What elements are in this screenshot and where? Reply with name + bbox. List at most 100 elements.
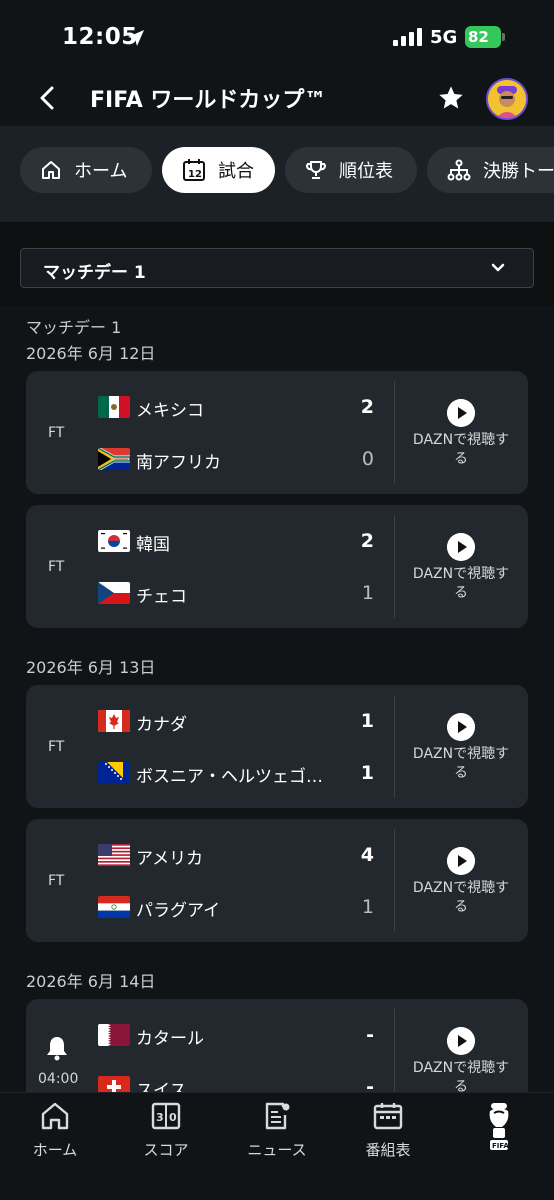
home-score: - xyxy=(366,1024,374,1046)
match-card[interactable]: FT メキシコ 2 南アフリカ 0 DAZNで視聴する xyxy=(26,371,528,494)
watch-label[interactable]: DAZNで視聴する xyxy=(406,745,516,783)
battery-level: 82 xyxy=(468,28,489,46)
svg-text:0: 0 xyxy=(169,1111,177,1124)
svg-text:FIFA: FIFA xyxy=(492,1142,509,1150)
nav-schedule[interactable]: 番組表 xyxy=(338,1101,438,1160)
usa-flag-icon xyxy=(98,844,130,866)
kickoff-time: 04:00 xyxy=(38,1071,79,1087)
home-icon xyxy=(41,1102,69,1130)
home-team: カナダ xyxy=(136,715,187,735)
away-score: 1 xyxy=(361,582,374,604)
home-icon xyxy=(42,161,60,179)
card-divider xyxy=(394,515,395,618)
bosnia-flag-icon xyxy=(98,762,130,784)
matchday-dropdown[interactable]: マッチデー 1 xyxy=(20,248,534,288)
match-status: FT xyxy=(48,425,65,441)
play-icon[interactable] xyxy=(447,847,475,875)
away-score: - xyxy=(366,1076,374,1092)
tab-label: 試合 xyxy=(218,161,254,182)
tab-bar: ホーム 12 試合 順位表 決勝トー xyxy=(0,126,554,222)
date-heading: 2026年 6月 12日 xyxy=(26,344,156,363)
watch-label[interactable]: DAZNで視聴する xyxy=(406,1059,516,1092)
card-divider xyxy=(394,1009,395,1092)
fifa-trophy-logo-icon: FIFA xyxy=(489,1103,509,1150)
card-divider xyxy=(394,829,395,932)
nav-news[interactable]: ニュース xyxy=(227,1101,327,1160)
mexico-flag-icon xyxy=(98,396,130,418)
location-arrow-icon xyxy=(128,30,144,46)
tab-label: 決勝トー xyxy=(483,161,554,182)
calendar-icon: 12 xyxy=(183,159,205,181)
page-title: FIFA ワールドカップ™ xyxy=(90,88,327,113)
match-card[interactable]: 04:00 カタール - スイス - DAZNで視聴する xyxy=(26,999,528,1092)
svg-text:12: 12 xyxy=(188,169,202,180)
dropdown-label: マッチデー 1 xyxy=(43,263,146,283)
match-status: FT xyxy=(48,873,65,889)
swiss-flag-icon xyxy=(98,1076,130,1092)
nav-label: ニュース xyxy=(247,1141,307,1159)
bottom-navigation: ホーム 3 0 スコア ニュース 番組表 FIFA xyxy=(0,1092,554,1200)
qatar-flag-icon xyxy=(98,1024,130,1046)
nav-fifa-logo[interactable]: FIFA xyxy=(449,1101,549,1157)
match-card[interactable]: FT 韓国 2 チェコ 1 DAZNで視聴する xyxy=(26,505,528,628)
header: FIFA ワールドカップ™ xyxy=(0,72,554,126)
svg-text:3: 3 xyxy=(156,1111,164,1124)
nav-label: ホーム xyxy=(32,1141,78,1159)
play-icon[interactable] xyxy=(447,533,475,561)
away-score: 0 xyxy=(361,448,374,470)
home-score: 4 xyxy=(360,844,374,866)
match-card[interactable]: FT カナダ 1 ボスニア・ヘルツェゴ… 1 DAZNで視聴する xyxy=(26,685,528,808)
avatar[interactable] xyxy=(486,78,528,120)
play-icon[interactable] xyxy=(447,1027,475,1055)
home-team: 韓国 xyxy=(136,535,170,555)
match-status: FT xyxy=(48,739,65,755)
tab-matches[interactable]: 12 試合 xyxy=(162,147,275,193)
battery-icon: 82 xyxy=(465,26,505,48)
match-status: FT xyxy=(48,559,65,575)
tab-home[interactable]: ホーム xyxy=(20,147,152,193)
calendar-icon xyxy=(373,1103,403,1130)
trophy-icon xyxy=(306,161,326,179)
tab-knockout[interactable]: 決勝トー xyxy=(427,147,554,193)
away-score: 1 xyxy=(361,896,374,918)
bell-icon[interactable] xyxy=(45,1035,69,1061)
home-team: メキシコ xyxy=(136,401,204,421)
korea-flag-icon xyxy=(98,530,130,552)
away-team: スイス xyxy=(136,1081,187,1092)
czech-flag-icon xyxy=(98,582,130,604)
date-heading: 2026年 6月 14日 xyxy=(26,972,156,991)
nav-score[interactable]: 3 0 スコア xyxy=(116,1101,216,1160)
tab-label: ホーム xyxy=(74,161,128,182)
back-chevron-icon[interactable] xyxy=(36,84,60,112)
tab-standings[interactable]: 順位表 xyxy=(285,147,417,193)
nav-home[interactable]: ホーム xyxy=(5,1101,105,1160)
nav-label: スコア xyxy=(143,1141,189,1159)
card-divider xyxy=(394,381,395,484)
watch-label[interactable]: DAZNで視聴する xyxy=(406,879,516,917)
home-team: カタール xyxy=(136,1029,204,1049)
home-team: アメリカ xyxy=(136,849,204,869)
network-label: 5G xyxy=(430,27,458,48)
south-africa-flag-icon xyxy=(98,448,130,470)
home-score: 2 xyxy=(360,396,374,418)
away-team: 南アフリカ xyxy=(136,453,221,473)
date-heading: 2026年 6月 13日 xyxy=(26,658,156,677)
matchday-heading: マッチデー 1 xyxy=(26,318,122,337)
nav-label: 番組表 xyxy=(365,1141,411,1159)
news-icon xyxy=(265,1102,290,1130)
chevron-down-icon xyxy=(491,263,505,272)
away-team: チェコ xyxy=(136,587,187,607)
watch-label[interactable]: DAZNで視聴する xyxy=(406,431,516,469)
away-score: 1 xyxy=(360,762,374,784)
card-divider xyxy=(394,695,395,798)
favorite-star-icon[interactable] xyxy=(437,84,465,112)
paraguay-flag-icon xyxy=(98,896,130,918)
watch-label[interactable]: DAZNで視聴する xyxy=(406,565,516,603)
bracket-icon xyxy=(447,159,471,181)
play-icon[interactable] xyxy=(447,399,475,427)
play-icon[interactable] xyxy=(447,713,475,741)
away-team: パラグアイ xyxy=(136,901,221,921)
status-bar: 12:05 5G 82 xyxy=(0,0,554,72)
home-score: 1 xyxy=(360,710,374,732)
match-card[interactable]: FT アメリカ 4 パラグアイ 1 DAZNで視聴する xyxy=(26,819,528,942)
